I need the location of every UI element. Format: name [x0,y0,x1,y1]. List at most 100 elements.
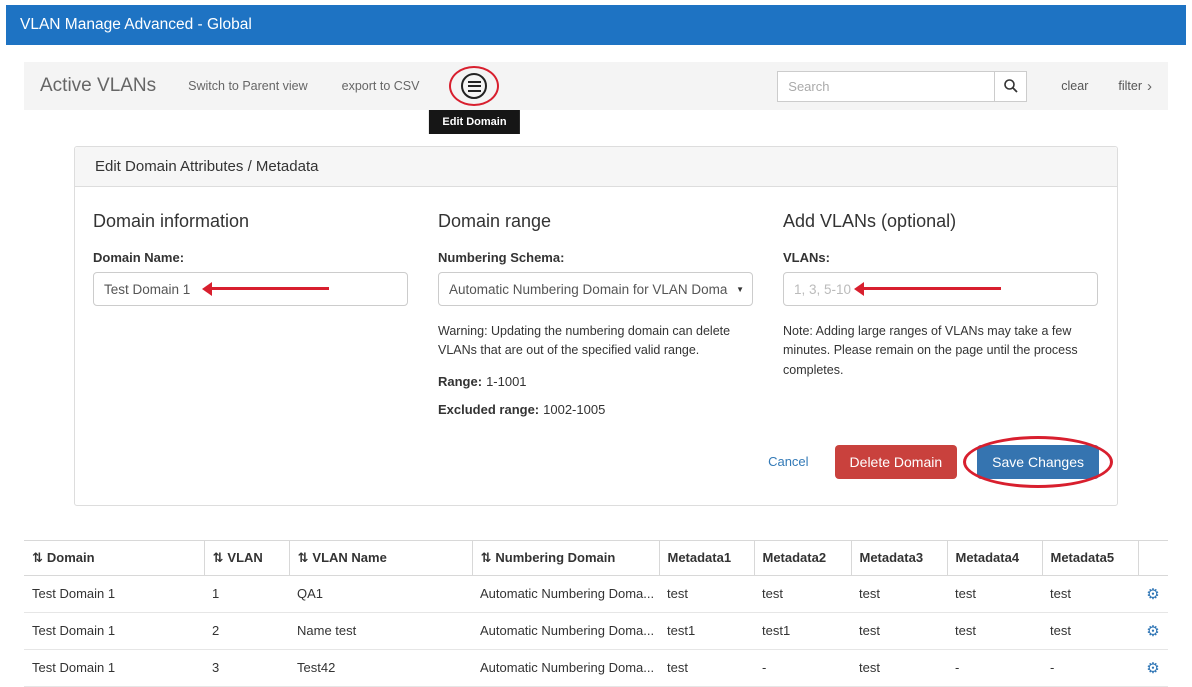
domain-range-heading: Domain range [438,211,753,232]
table-row: Test Domain 1 3 Test42 Automatic Numberi… [24,649,1168,686]
cell-metadata3: test [851,649,947,686]
column-header-actions [1138,540,1168,575]
column-header-metadata5: Metadata5 [1042,540,1138,575]
vlans-label: VLANs: [783,250,1098,265]
cell-metadata1: test1 [659,612,754,649]
domain-information-section: Domain information Domain Name: [93,211,408,417]
cell-metadata2: test1 [754,612,851,649]
cell-domain: Test Domain 1 [24,649,204,686]
cell-metadata3: test [851,612,947,649]
cell-numbering-domain: Automatic Numbering Doma... [472,612,659,649]
column-header-metadata1: Metadata1 [659,540,754,575]
domain-name-input[interactable] [93,272,408,306]
domain-name-label: Domain Name: [93,250,408,265]
table-header-row: ⇅Domain ⇅VLAN ⇅VLAN Name ⇅Numbering Doma… [24,540,1168,575]
column-header-vlan-name[interactable]: ⇅VLAN Name [289,540,472,575]
cell-metadata1: test [659,575,754,612]
excluded-range-value: 1002-1005 [543,402,605,417]
numbering-warning-text: Warning: Updating the numbering domain c… [438,322,753,361]
chevron-right-icon: › [1147,78,1152,95]
domain-information-heading: Domain information [93,211,408,232]
vlans-input[interactable] [783,272,1098,306]
cell-numbering-domain: Automatic Numbering Doma... [472,649,659,686]
clear-link[interactable]: clear [1061,79,1088,93]
add-vlans-heading: Add VLANs (optional) [783,211,1098,232]
domain-range-section: Domain range Numbering Schema: Automatic… [438,211,753,417]
filter-link-label: filter [1118,79,1142,93]
sort-icon: ⇅ [32,550,43,565]
vlan-table: ⇅Domain ⇅VLAN ⇅VLAN Name ⇅Numbering Doma… [24,540,1168,687]
cell-vlan: 2 [204,612,289,649]
range-line: Range: 1-1001 [438,374,753,389]
range-value: 1-1001 [486,374,526,389]
row-actions-cell: ⚙ [1138,575,1168,612]
switch-to-parent-view-link[interactable]: Switch to Parent view [188,79,308,93]
numbering-schema-select[interactable]: Automatic Numbering Domain for VLAN Doma… [438,272,753,306]
cell-vlan-name: QA1 [289,575,472,612]
app-header: VLAN Manage Advanced - Global [6,5,1186,45]
gear-icon[interactable]: ⚙ [1146,660,1159,677]
cell-metadata4: test [947,612,1042,649]
page-title: VLAN Manage Advanced - Global [20,16,252,34]
panel-columns: Domain information Domain Name: Domain r… [93,211,1099,417]
chevron-down-icon: ▼ [736,285,744,294]
numbering-schema-value: Automatic Numbering Domain for VLAN Doma [449,282,732,297]
sort-icon: ⇅ [213,550,224,565]
edit-domain-tooltip: Edit Domain [429,110,519,134]
sort-icon: ⇅ [298,550,309,565]
cell-metadata4: test [947,575,1042,612]
column-header-domain[interactable]: ⇅Domain [24,540,204,575]
table-row: Test Domain 1 1 QA1 Automatic Numbering … [24,575,1168,612]
save-changes-button[interactable]: Save Changes [977,445,1099,479]
search-icon [1003,78,1019,94]
cell-metadata2: test [754,575,851,612]
panel-actions: Cancel Delete Domain Save Changes [93,445,1099,479]
cell-metadata5: test [1042,575,1138,612]
search-group [777,71,1027,102]
active-vlans-heading: Active VLANs [40,75,156,97]
cell-metadata5: test [1042,612,1138,649]
table-row: Test Domain 1 2 Name test Automatic Numb… [24,612,1168,649]
delete-domain-button[interactable]: Delete Domain [835,445,958,479]
filter-link[interactable]: filter › [1118,78,1152,95]
excluded-range-line: Excluded range: 1002-1005 [438,402,753,417]
range-label: Range: [438,374,482,389]
cell-metadata3: test [851,575,947,612]
cell-domain: Test Domain 1 [24,575,204,612]
cell-domain: Test Domain 1 [24,612,204,649]
cell-numbering-domain: Automatic Numbering Doma... [472,575,659,612]
search-button[interactable] [994,71,1027,102]
cell-metadata1: test [659,649,754,686]
column-header-metadata4: Metadata4 [947,540,1042,575]
panel-body: Domain information Domain Name: Domain r… [75,187,1117,505]
export-to-csv-link[interactable]: export to CSV [342,79,420,93]
column-header-numbering-domain[interactable]: ⇅Numbering Domain [472,540,659,575]
edit-domain-menu-wrap: Edit Domain [461,73,487,99]
column-header-metadata2: Metadata2 [754,540,851,575]
save-changes-wrap: Save Changes [977,445,1099,479]
panel-title: Edit Domain Attributes / Metadata [75,147,1117,187]
column-header-vlan[interactable]: ⇅VLAN [204,540,289,575]
numbering-schema-label: Numbering Schema: [438,250,753,265]
gear-icon[interactable]: ⚙ [1146,623,1159,640]
search-input[interactable] [777,71,995,102]
edit-domain-panel: Edit Domain Attributes / Metadata Domain… [74,146,1118,506]
add-vlans-section: Add VLANs (optional) VLANs: Note: Adding… [783,211,1098,417]
cell-metadata2: - [754,649,851,686]
vlans-note-text: Note: Adding large ranges of VLANs may t… [783,322,1098,380]
cell-vlan: 3 [204,649,289,686]
gear-icon[interactable]: ⚙ [1146,586,1159,603]
menu-icon[interactable] [461,73,487,99]
row-actions-cell: ⚙ [1138,649,1168,686]
cancel-link[interactable]: Cancel [768,454,808,469]
cell-vlan: 1 [204,575,289,612]
column-header-metadata3: Metadata3 [851,540,947,575]
cell-metadata4: - [947,649,1042,686]
cell-metadata5: - [1042,649,1138,686]
row-actions-cell: ⚙ [1138,612,1168,649]
excluded-range-label: Excluded range: [438,402,539,417]
toolbar: Active VLANs Switch to Parent view expor… [24,62,1168,110]
cell-vlan-name: Test42 [289,649,472,686]
cell-vlan-name: Name test [289,612,472,649]
sort-icon: ⇅ [481,550,492,565]
